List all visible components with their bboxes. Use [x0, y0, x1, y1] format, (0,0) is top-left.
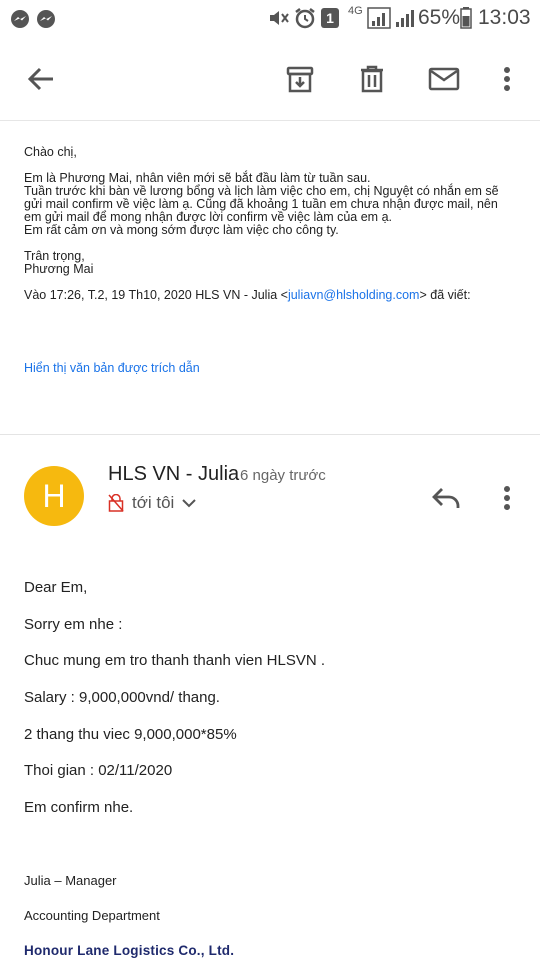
more-vert-icon: [504, 67, 510, 91]
quoted-greeting: Chào chị,: [24, 145, 77, 159]
notification-badge-icon: 1: [321, 8, 339, 28]
message-more-button[interactable]: [492, 480, 522, 516]
body-line: Salary : 9,000,000vnd/ thang.: [24, 689, 220, 706]
status-bar: 1 4G 65% 13:03: [0, 0, 540, 36]
signal-bars-icon: [396, 10, 414, 27]
reply-icon: [432, 488, 460, 508]
network-type: 4G: [348, 5, 363, 17]
trash-icon: [361, 65, 383, 93]
clock: 13:03: [478, 6, 531, 29]
quoted-header-suffix: > đã viết:: [419, 288, 471, 302]
messenger-icon: [37, 10, 55, 28]
back-button[interactable]: [20, 58, 62, 100]
show-quoted-text-link[interactable]: Hiển thị văn bản được trích dẫn: [24, 361, 200, 375]
body-line: Dear Em,: [24, 579, 88, 596]
quoted-paragraph: Em là Phương Mai, nhân viên mới sẽ bắt đ…: [24, 172, 524, 237]
back-arrow-icon: [27, 67, 53, 91]
quoted-header: Vào 17:26, T.2, 19 Th10, 2020 HLS VN - J…: [24, 289, 524, 302]
archive-icon: [286, 66, 314, 93]
sender-name[interactable]: HLS VN - Julia: [108, 463, 239, 486]
quoted-closing: Trân trọng,: [24, 249, 85, 263]
recipient-label: tới tôi: [132, 493, 175, 512]
signal-icon: [367, 7, 391, 29]
quoted-line: Em rất cảm ơn và mong sớm được làm việc …: [24, 223, 339, 237]
quoted-name: Phương Mai: [24, 262, 94, 276]
reply-button[interactable]: [426, 480, 466, 516]
body-line: Thoi gian : 02/11/2020: [24, 762, 173, 779]
lock-warning-icon: [108, 494, 124, 512]
quoted-message: Chào chị, Em là Phương Mai, nhân viên mớ…: [24, 146, 524, 302]
body-line: Sorry em nhe :: [24, 616, 123, 633]
battery-percent: 65%: [418, 6, 461, 29]
body-line: 2 thang thu viec 9,000,000*85%: [24, 726, 237, 743]
signature-name: Julia – Manager: [24, 873, 117, 888]
more-options-button[interactable]: [492, 58, 522, 100]
more-vert-icon: [504, 486, 510, 510]
archive-button[interactable]: [280, 58, 320, 100]
quoted-signoff: Trân trọng, Phương Mai: [24, 250, 524, 276]
battery-icon: [460, 7, 472, 29]
mute-icon: [270, 11, 289, 25]
quoted-header-prefix: Vào 17:26, T.2, 19 Th10, 2020 HLS VN - J…: [24, 288, 288, 302]
body-line: Chuc mung em tro thanh thanh vien HLSVN …: [24, 652, 325, 669]
recipient-details-toggle[interactable]: tới tôi: [108, 493, 197, 513]
message-time: 6 ngày trước: [240, 467, 326, 484]
alarm-icon: [295, 8, 315, 29]
toolbar: [0, 36, 540, 121]
signature-company: Honour Lane Logistics Co., Ltd.: [24, 943, 235, 958]
messenger-icon: [11, 10, 29, 28]
quoted-header-email-link[interactable]: juliavn@hlsholding.com: [288, 288, 420, 302]
mail-icon: [428, 67, 460, 91]
mark-unread-button[interactable]: [422, 58, 466, 100]
delete-button[interactable]: [352, 58, 392, 100]
message-divider: [0, 434, 540, 435]
body-line: Em confirm nhe.: [24, 799, 134, 816]
chevron-down-icon: [182, 499, 197, 508]
signature-department: Accounting Department: [24, 908, 160, 923]
avatar[interactable]: H: [24, 466, 84, 526]
